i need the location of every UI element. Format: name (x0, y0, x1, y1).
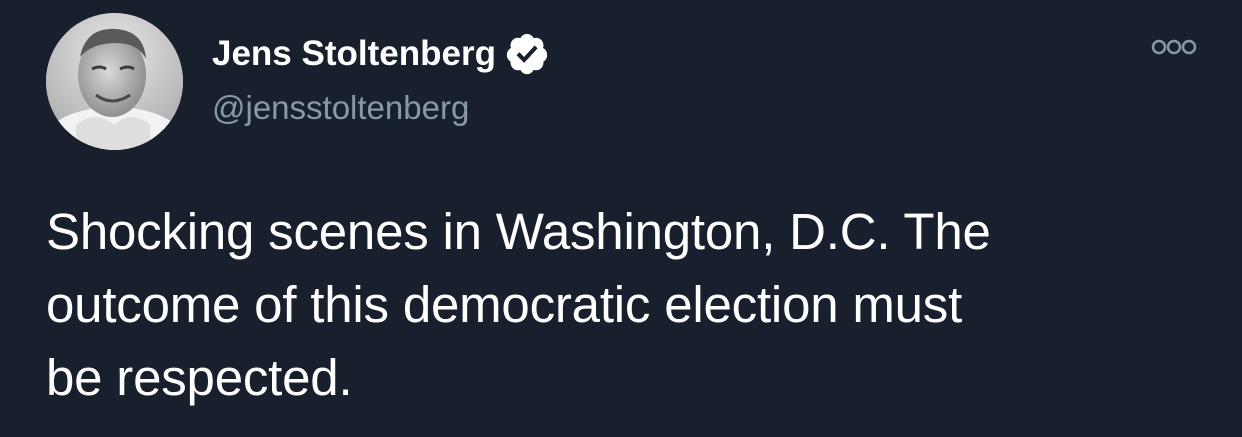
tweet-text-line: be respected. (46, 349, 353, 406)
avatar-photo (46, 13, 183, 150)
display-name[interactable]: Jens Stoltenberg (212, 30, 496, 78)
verified-badge-icon (504, 31, 550, 77)
avatar[interactable] (46, 13, 183, 150)
more-options-button[interactable] (1148, 34, 1200, 60)
author-handle[interactable]: @jensstoltenberg (212, 86, 469, 130)
tweet-text-line: Shocking scenes in Washington, D.C. The (46, 203, 991, 260)
tweet-text: Shocking scenes in Washington, D.C. The … (46, 195, 1216, 414)
tweet-text-line: outcome of this democratic election must (46, 276, 963, 333)
tweet-card: Jens Stoltenberg @jensstoltenberg Shocki… (0, 0, 1242, 437)
author-row: Jens Stoltenberg (212, 30, 550, 78)
more-options-icon (1151, 39, 1197, 55)
